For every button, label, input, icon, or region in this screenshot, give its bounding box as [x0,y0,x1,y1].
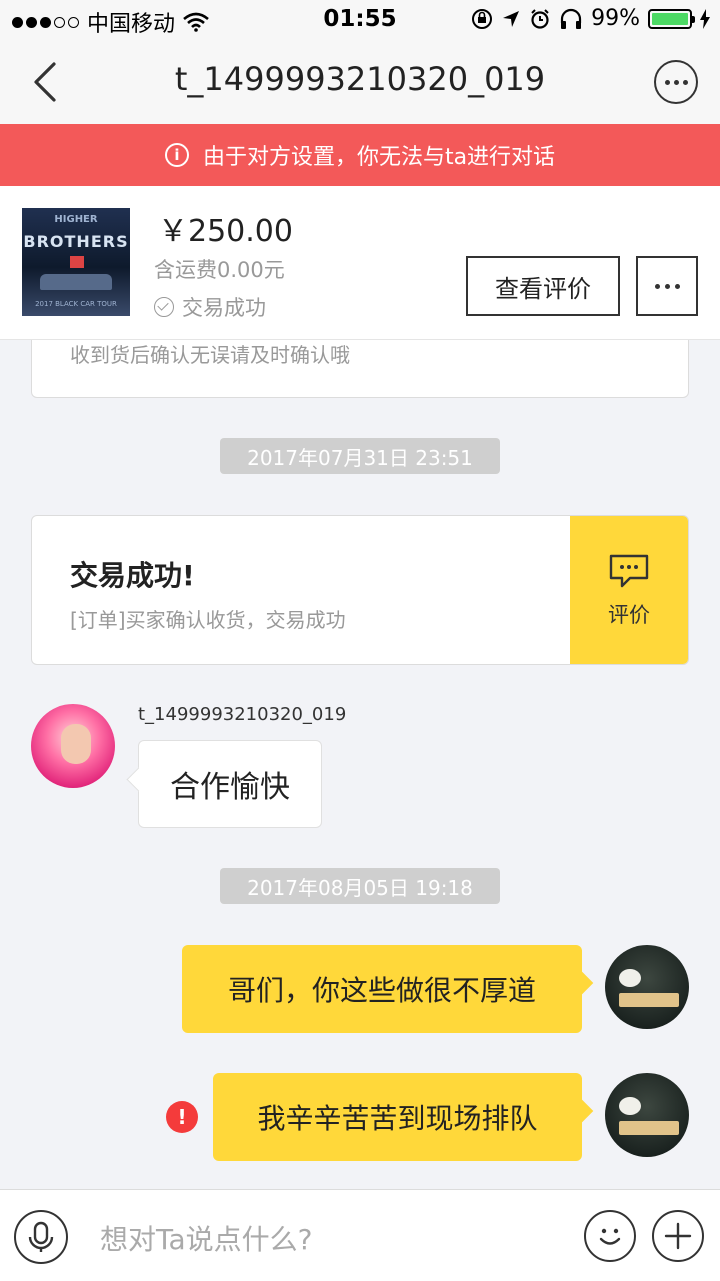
avatar-shelf [619,1121,679,1135]
sender-username: t_1499993210320_019 [138,704,347,725]
more-options-button[interactable] [654,60,698,104]
chat-disabled-banner: i 由于对方设置，你无法与ta进行对话 [0,124,720,186]
timestamp-pill: 2017年08月05日 19:18 [220,868,500,904]
avatar-other-user[interactable] [31,704,115,788]
product-card: HIGHER BROTHERS 2017 BLACK CAR TOUR ￥250… [0,186,720,340]
dot-icon [664,283,670,289]
review-action-label: 评价 [608,603,650,627]
dot-icon [654,283,660,289]
message-input-field[interactable]: 想对Ta说点什么? [100,1218,313,1258]
status-right: 99% [471,6,710,31]
banner-text: 由于对方设置，你无法与ta进行对话 [202,145,556,170]
status-bar: 中国移动 01:55 99% [0,0,720,40]
voice-input-button[interactable] [14,1210,68,1264]
avatar-self[interactable] [605,1073,689,1157]
alarm-icon [531,8,549,29]
charging-icon [700,8,710,29]
rotation-lock-icon [472,8,493,29]
trade-status-label: 交易成功 [182,296,266,320]
send-failed-icon[interactable]: ! [166,1101,198,1133]
order-subtitle: [订单]买家确认收货，交易成功 [70,608,346,632]
avatar-flower [619,969,641,987]
order-status-card[interactable]: 交易成功! [订单]买家确认收货，交易成功 评价 [31,515,689,665]
avatar-self[interactable] [605,945,689,1029]
message-input-bar: 想对Ta说点什么? [0,1189,720,1281]
page-title: t_1499993210320_019 [174,60,546,98]
logo-mark [70,256,84,268]
dot-icon [664,79,670,85]
product-more-button[interactable] [636,256,698,316]
product-thumbnail[interactable]: HIGHER BROTHERS 2017 BLACK CAR TOUR [22,208,130,316]
battery-percent: 99% [591,6,640,31]
thumbnail-text-bottom: 2017 BLACK CAR TOUR [35,300,117,308]
message-bubble-sent[interactable]: 我辛辛苦苦到现场排队 [213,1073,582,1161]
battery-icon [648,8,695,29]
chat-bubble-icon [609,554,649,588]
timestamp-pill: 2017年07月31日 23:51 [220,438,500,474]
smiley-icon [599,1228,621,1245]
avatar-face [61,724,91,764]
thumbnail-text-main: BROTHERS [23,232,129,251]
plus-icon [664,1222,692,1250]
microphone-icon [28,1221,54,1252]
headphones-icon [560,8,582,29]
avatar-flower [619,1097,641,1115]
car-graphic [40,274,112,290]
system-message-text: 收到货后确认无误请及时确认哦 [70,343,350,367]
check-circle-icon [154,297,174,317]
thumbnail-text-top: HIGHER [54,214,98,225]
dot-icon [674,283,680,289]
shipping-fee: 含运费0.00元 [154,258,285,282]
message-bubble-sent[interactable]: 哥们，你这些做很不厚道 [182,945,582,1033]
location-icon [503,10,520,27]
dot-icon [673,79,679,85]
order-title: 交易成功! [70,559,195,592]
dot-icon [682,79,688,85]
trade-status: 交易成功 [154,292,266,322]
review-action-button[interactable]: 评价 [570,516,688,664]
emoji-button[interactable] [584,1210,636,1262]
add-attachment-button[interactable] [652,1210,704,1262]
avatar-shelf [619,993,679,1007]
message-bubble-received[interactable]: 合作愉快 [138,740,322,828]
product-price: ￥250.00 [158,214,293,249]
info-icon: i [164,143,189,167]
nav-bar: t_1499993210320_019 [0,40,720,124]
view-review-button[interactable]: 查看评价 [466,256,620,316]
